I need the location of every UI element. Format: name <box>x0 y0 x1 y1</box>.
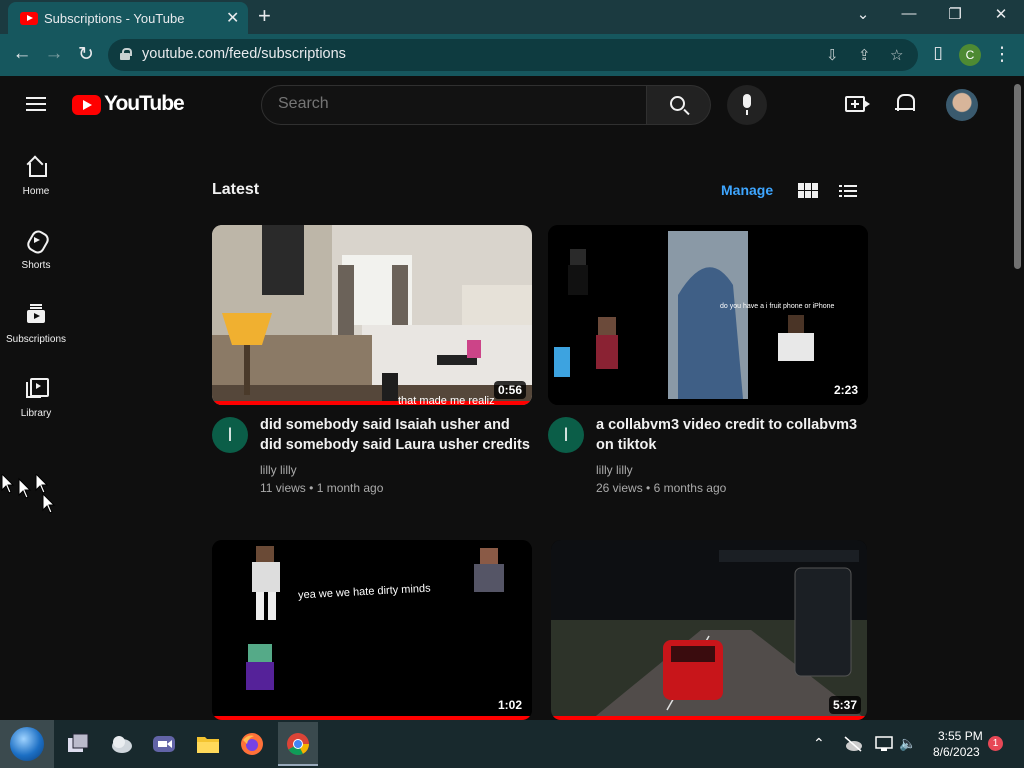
new-tab-button[interactable]: + <box>258 3 271 29</box>
video-metadata: 26 views • 6 months ago <box>596 481 726 495</box>
search-icon <box>670 96 685 111</box>
tab-close-button[interactable]: ✕ <box>226 8 239 28</box>
tab-title: Subscriptions - YouTube <box>44 11 185 26</box>
network-icon[interactable] <box>875 735 893 753</box>
upload-age: 1 month ago <box>316 481 384 495</box>
search-button[interactable] <box>647 85 711 125</box>
channel-avatar[interactable]: l <box>548 417 584 453</box>
account-avatar[interactable] <box>946 89 978 121</box>
side-panel-icon[interactable]: ▯ <box>926 43 950 63</box>
section-title: Latest <box>212 181 260 198</box>
thumbnail-caption: do you have a i fruit phone or iPhone <box>720 303 835 310</box>
task-view-icon[interactable] <box>66 732 90 756</box>
meta-separator: • <box>309 481 314 495</box>
sidebar-item-label: Library <box>20 408 52 419</box>
reload-button[interactable]: ↻ <box>74 43 98 66</box>
browser-toolbar: ← → ↻ youtube.com/feed/subscriptions ⇩ ⇪… <box>0 34 1024 76</box>
minimize-button[interactable]: — <box>894 5 924 22</box>
forward-button[interactable]: → <box>42 43 66 65</box>
url-text[interactable]: youtube.com/feed/subscriptions <box>142 46 346 62</box>
shorts-icon <box>26 230 46 250</box>
chrome-menu-icon[interactable]: ⋮ <box>990 43 1014 66</box>
weather-icon[interactable] <box>110 732 134 756</box>
notification-badge[interactable]: 1 <box>988 736 1003 751</box>
back-button[interactable]: ← <box>10 43 34 65</box>
profile-avatar[interactable]: C <box>959 44 981 66</box>
channel-name[interactable]: lilly lilly <box>596 463 633 477</box>
video-thumbnail[interactable]: do you have a i fruit phone or iPhone 2:… <box>548 225 868 405</box>
windows-start-icon <box>10 727 44 761</box>
clock-date[interactable]: 8/6/2023 <box>933 745 980 759</box>
sidebar-item-label: Subscriptions <box>5 334 67 345</box>
sidebar-item-library[interactable]: Library <box>0 378 72 442</box>
create-video-icon[interactable] <box>845 96 870 112</box>
bookmark-star-icon[interactable]: ☆ <box>890 46 903 64</box>
clock-time[interactable]: 3:55 PM <box>938 729 983 743</box>
video-title[interactable]: did somebody said Isaiah usher and did s… <box>260 415 530 455</box>
tab-search-dropdown-icon[interactable]: ⌄ <box>848 5 878 23</box>
video-thumbnail[interactable]: 5:37 <box>551 540 867 720</box>
search-input[interactable] <box>278 95 628 113</box>
youtube-logo-icon[interactable] <box>72 95 101 115</box>
firefox-icon[interactable] <box>240 732 264 756</box>
sidebar-item-shorts[interactable]: Shorts <box>0 230 72 294</box>
microphone-icon <box>743 94 751 115</box>
view-count: 26 views <box>596 481 643 495</box>
start-button[interactable] <box>0 720 54 768</box>
volume-icon[interactable]: 🔈 <box>899 735 916 752</box>
channel-name[interactable]: lilly lilly <box>260 463 297 477</box>
video-thumbnail[interactable]: yea we we hate dirty minds 1:02 <box>212 540 532 720</box>
video-duration: 1:02 <box>493 696 526 714</box>
manage-button[interactable]: Manage <box>721 182 773 198</box>
thumbnail-caption: that made me realiz <box>398 395 495 405</box>
restore-button[interactable]: ❐ <box>940 5 970 23</box>
show-hidden-icons-icon[interactable]: ⌃ <box>813 735 825 752</box>
sidebar-item-label: Shorts <box>21 260 51 271</box>
grid-view-icon[interactable] <box>798 183 818 199</box>
video-title[interactable]: a collabvm3 video credit to collabvm3 on… <box>596 415 866 455</box>
sidebar-item-subscriptions[interactable]: Subscriptions <box>0 304 72 368</box>
subscriptions-icon <box>26 304 46 324</box>
youtube-page: YouTube Home Shorts Subscriptions Librar… <box>0 76 1024 720</box>
youtube-logo-text[interactable]: YouTube <box>104 92 185 116</box>
close-window-button[interactable]: ✕ <box>986 5 1016 23</box>
onedrive-icon[interactable] <box>843 735 863 753</box>
mouse-cursor-icon <box>1 474 56 514</box>
youtube-favicon-icon <box>20 12 38 25</box>
chrome-icon[interactable] <box>286 732 310 756</box>
page-scrollbar[interactable] <box>1012 76 1024 720</box>
library-icon <box>26 378 49 398</box>
list-view-icon[interactable] <box>839 185 857 197</box>
voice-search-button[interactable] <box>727 85 767 125</box>
view-count: 11 views <box>260 481 306 495</box>
browser-title-bar: Subscriptions - YouTube ✕ + ⌄ — ❐ ✕ <box>0 0 1024 34</box>
share-icon[interactable]: ⇪ <box>858 46 871 64</box>
video-metadata: 11 views • 1 month ago <box>260 481 383 495</box>
teams-icon[interactable] <box>152 732 176 756</box>
hamburger-menu-icon[interactable] <box>26 97 46 111</box>
address-bar[interactable]: youtube.com/feed/subscriptions ⇩ ⇪ ☆ <box>108 39 918 71</box>
windows-taskbar: ⌃ 🔈 3:55 PM 8/6/2023 1 <box>0 720 1024 768</box>
meta-separator: • <box>646 481 651 495</box>
sidebar-item-home[interactable]: Home <box>0 156 72 220</box>
notifications-bell-icon[interactable] <box>895 94 915 114</box>
video-duration: 0:56 <box>493 381 526 399</box>
home-icon <box>26 156 47 177</box>
file-explorer-icon[interactable] <box>196 732 220 756</box>
channel-avatar[interactable]: l <box>212 417 248 453</box>
video-duration: 5:37 <box>828 696 861 714</box>
install-app-icon[interactable]: ⇩ <box>826 46 839 64</box>
video-thumbnail[interactable]: that made me realiz 0:56 <box>212 225 532 405</box>
search-box[interactable] <box>261 85 647 125</box>
browser-tab[interactable]: Subscriptions - YouTube ✕ <box>8 2 248 34</box>
scrollbar-thumb[interactable] <box>1014 84 1021 269</box>
sidebar-item-label: Home <box>22 186 50 197</box>
video-duration: 2:23 <box>829 381 862 399</box>
upload-age: 6 months ago <box>653 481 727 495</box>
lock-icon[interactable] <box>120 48 132 60</box>
